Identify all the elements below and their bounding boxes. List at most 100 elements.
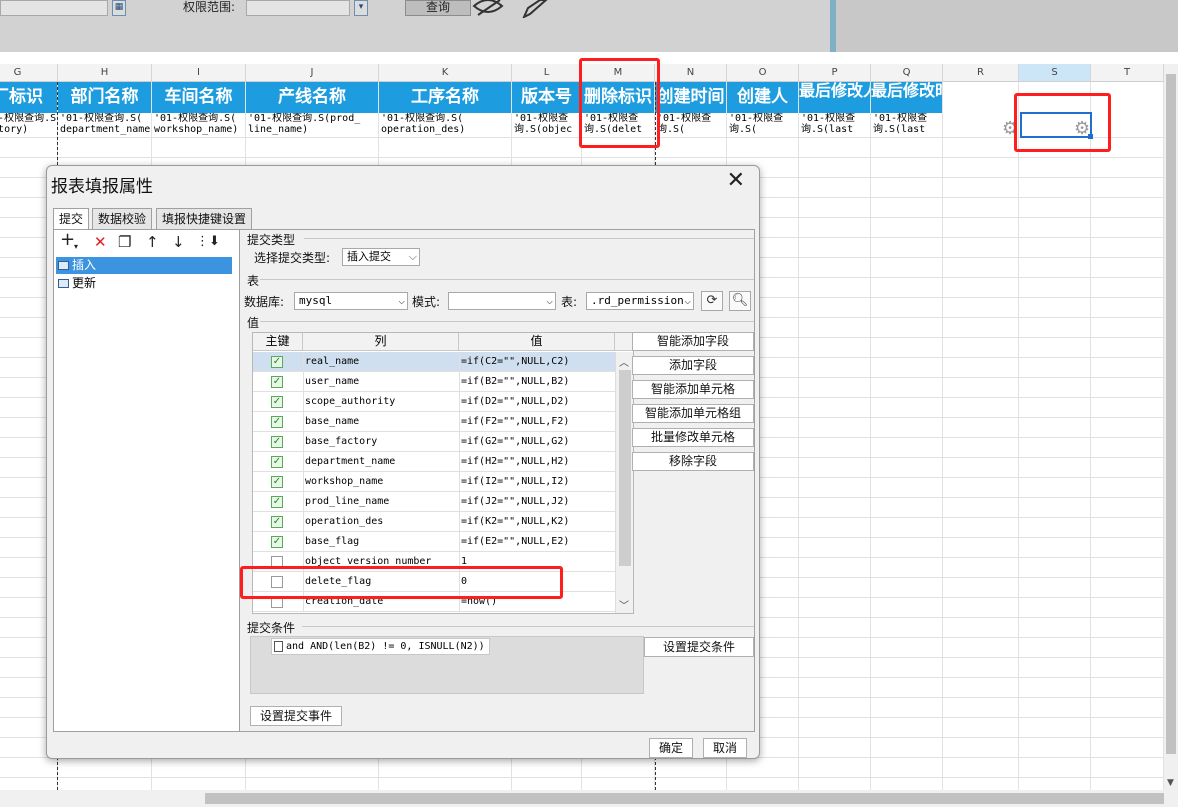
- title-cell-i[interactable]: 车间名称: [152, 82, 246, 113]
- field-column-name[interactable]: base_name: [303, 412, 459, 432]
- field-value[interactable]: =if(C2="",NULL,C2): [459, 352, 615, 372]
- add-dropdown-icon[interactable]: ▾: [74, 239, 78, 255]
- title-cell-h[interactable]: 部门名称: [58, 82, 152, 113]
- field-value[interactable]: =if(J2="",NULL,J2): [459, 492, 615, 512]
- title-cell-p[interactable]: 最后修改人: [799, 82, 871, 113]
- batch-modify-cell-button[interactable]: 批量修改单元格: [632, 428, 754, 447]
- data-cell-g[interactable]: '01-权限查询.S( factory): [0, 113, 58, 137]
- field-value[interactable]: =if(F2="",NULL,F2): [459, 412, 615, 432]
- field-column-name[interactable]: workshop_name: [303, 472, 459, 492]
- tab-data-validation[interactable]: 数据校验: [92, 208, 153, 230]
- cancel-button[interactable]: 取消: [703, 738, 747, 758]
- primary-key-checkbox[interactable]: ✓: [271, 476, 283, 488]
- field-column-name[interactable]: department_name: [303, 452, 459, 472]
- condition-item[interactable]: and AND(len(B2) != 0, ISNULL(N2)): [271, 638, 490, 655]
- search-doc-icon[interactable]: 🔍︎: [729, 291, 751, 311]
- date-picker-icon[interactable]: ▦: [112, 0, 126, 16]
- smart-add-cell-group-button[interactable]: 智能添加单元格组: [632, 404, 754, 423]
- refresh-icon[interactable]: ⟳: [701, 291, 723, 311]
- data-cell-h[interactable]: '01-权限查询.S( department_name: [58, 113, 152, 137]
- submit-condition-box[interactable]: and AND(len(B2) != 0, ISNULL(N2)): [250, 636, 644, 694]
- column-header-h[interactable]: H: [58, 64, 152, 82]
- delete-icon[interactable]: ✕: [94, 234, 107, 250]
- data-cell-q[interactable]: '01-权限查 询.S(last: [871, 113, 943, 137]
- move-down-icon[interactable]: ↓: [172, 234, 185, 250]
- field-value[interactable]: =if(E2="",NULL,E2): [459, 532, 615, 552]
- table-row[interactable]: ✓ base_flag =if(E2="",NULL,E2): [253, 532, 615, 552]
- data-cell-l[interactable]: '01-权限查 询.S(objec: [512, 113, 582, 137]
- data-cell-j[interactable]: '01-权限查询.S(prod_ line_name): [246, 113, 379, 137]
- data-cell-o[interactable]: '01-权限查 询.S(: [727, 113, 799, 137]
- title-cell-k[interactable]: 工序名称: [379, 82, 512, 113]
- column-header-q[interactable]: Q: [871, 64, 943, 82]
- add-icon[interactable]: +: [60, 231, 75, 249]
- table-row[interactable]: ✓ real_name =if(C2="",NULL,C2): [253, 352, 615, 372]
- table-row[interactable]: ✓ user_name =if(B2="",NULL,B2): [253, 372, 615, 392]
- column-header-i[interactable]: I: [152, 64, 246, 82]
- column-header-n[interactable]: N: [655, 64, 727, 82]
- data-cell-p[interactable]: '01-权限查 询.S(last: [799, 113, 871, 137]
- database-select[interactable]: mysql ⌵: [294, 292, 408, 310]
- field-column-name[interactable]: operation_des: [303, 512, 459, 532]
- column-header-s[interactable]: S: [1019, 64, 1091, 82]
- column-header-t[interactable]: T: [1091, 64, 1164, 82]
- column-header-g[interactable]: G: [0, 64, 58, 82]
- primary-key-checkbox[interactable]: ✓: [271, 496, 283, 508]
- primary-key-checkbox[interactable]: ✓: [271, 516, 283, 528]
- scroll-down-icon[interactable]: ▼: [1167, 778, 1174, 788]
- column-header-l[interactable]: L: [512, 64, 582, 82]
- field-column-name[interactable]: scope_authority: [303, 392, 459, 412]
- title-cell-n[interactable]: 创建时间: [655, 82, 727, 113]
- field-column-name[interactable]: base_factory: [303, 432, 459, 452]
- remove-field-button[interactable]: 移除字段: [632, 452, 754, 471]
- smart-add-field-button[interactable]: 智能添加字段: [632, 332, 754, 351]
- table-select[interactable]: .rd_permission ⌵: [586, 292, 694, 310]
- sort-icon[interactable]: ⋮⬇: [196, 234, 220, 250]
- field-value[interactable]: =if(K2="",NULL,K2): [459, 512, 615, 532]
- column-header-r[interactable]: R: [943, 64, 1019, 82]
- primary-key-checkbox[interactable]: ✓: [271, 356, 283, 368]
- tab-shortcut-settings[interactable]: 填报快捷键设置: [156, 208, 253, 230]
- ok-button[interactable]: 确定: [649, 738, 693, 758]
- field-column-name[interactable]: real_name: [303, 352, 459, 372]
- hide-eye-icon[interactable]: [472, 0, 504, 16]
- field-column-name[interactable]: base_flag: [303, 532, 459, 552]
- title-cell-q[interactable]: 最后修改时间: [871, 82, 943, 113]
- table-row[interactable]: ✓ prod_line_name =if(J2="",NULL,J2): [253, 492, 615, 512]
- primary-key-checkbox[interactable]: ✓: [271, 396, 283, 408]
- field-value[interactable]: =if(B2="",NULL,B2): [459, 372, 615, 392]
- table-row[interactable]: ✓ base_factory =if(G2="",NULL,G2): [253, 432, 615, 452]
- vertical-scrollbar[interactable]: ▼: [1164, 64, 1178, 790]
- pen-icon[interactable]: [522, 0, 550, 18]
- primary-key-checkbox[interactable]: ✓: [271, 456, 283, 468]
- field-value[interactable]: =if(H2="",NULL,H2): [459, 452, 615, 472]
- table-row[interactable]: ✓ department_name =if(H2="",NULL,H2): [253, 452, 615, 472]
- tab-submit[interactable]: 提交: [53, 208, 90, 230]
- primary-key-checkbox[interactable]: ✓: [271, 436, 283, 448]
- scope-dropdown-icon[interactable]: ▾: [354, 0, 368, 16]
- table-row[interactable]: ✓ workshop_name =if(I2="",NULL,I2): [253, 472, 615, 492]
- title-cell-o[interactable]: 创建人: [727, 82, 799, 113]
- data-cell-k[interactable]: '01-权限查询.S( operation_des): [379, 113, 512, 137]
- data-cell-n[interactable]: '01-权限查 询.S(: [655, 113, 727, 137]
- primary-key-checkbox[interactable]: ✓: [271, 376, 283, 388]
- field-column-name[interactable]: prod_line_name: [303, 492, 459, 512]
- field-value[interactable]: =if(G2="",NULL,G2): [459, 432, 615, 452]
- schema-select[interactable]: ⌵: [448, 292, 556, 310]
- column-header-k[interactable]: K: [379, 64, 512, 82]
- column-header-j[interactable]: J: [246, 64, 379, 82]
- field-value[interactable]: =if(D2="",NULL,D2): [459, 392, 615, 412]
- title-cell-j[interactable]: 产线名称: [246, 82, 379, 113]
- primary-key-checkbox[interactable]: ✓: [271, 416, 283, 428]
- close-icon[interactable]: ✕: [727, 170, 745, 192]
- set-condition-button[interactable]: 设置提交条件: [644, 637, 754, 657]
- copy-icon[interactable]: ❐: [118, 234, 131, 250]
- move-up-icon[interactable]: ↑: [146, 234, 159, 250]
- column-header-p[interactable]: P: [799, 64, 871, 82]
- list-item-update[interactable]: 更新: [56, 275, 232, 292]
- set-event-button[interactable]: 设置提交事件: [250, 706, 342, 726]
- horizontal-scrollbar[interactable]: [0, 790, 1178, 807]
- table-scrollbar[interactable]: ︿ ﹀: [615, 352, 633, 613]
- field-value[interactable]: =if(I2="",NULL,I2): [459, 472, 615, 492]
- column-header-o[interactable]: O: [727, 64, 799, 82]
